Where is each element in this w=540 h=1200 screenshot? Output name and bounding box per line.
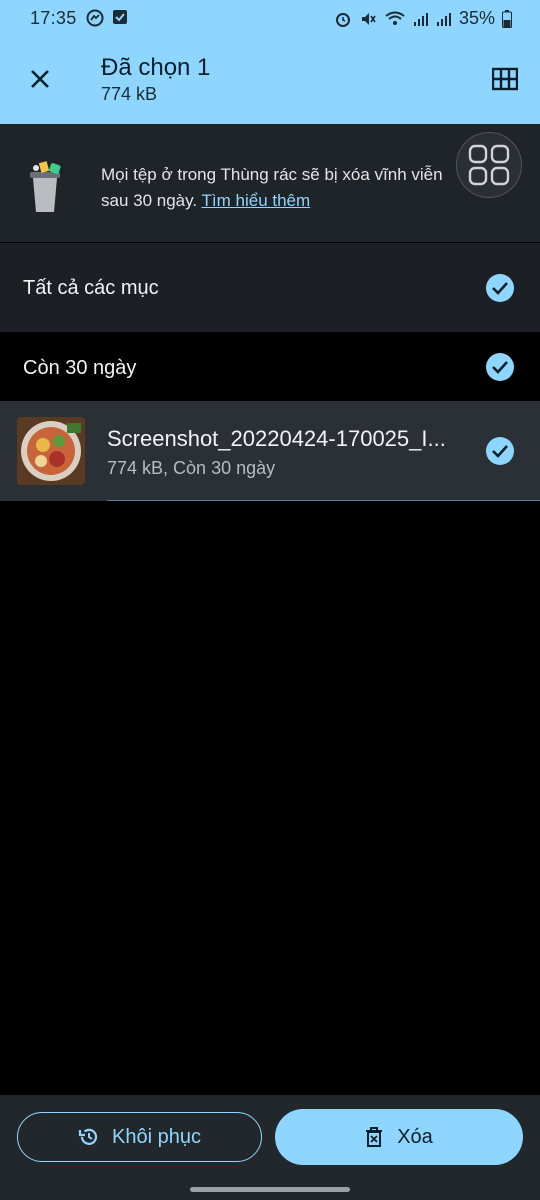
restore-button[interactable]: Khôi phục (17, 1112, 262, 1162)
divider (107, 500, 540, 501)
selection-title: Đã chọn 1 (101, 54, 211, 81)
wifi-icon (385, 11, 405, 25)
file-meta: 774 kB, Còn 30 ngày (107, 458, 276, 478)
check-box-icon (113, 10, 127, 24)
group-checkbox[interactable] (486, 353, 514, 381)
top-app-bar: 17:35 35% Đã chọn 1 774 kB (0, 0, 540, 124)
battery-icon (502, 9, 512, 28)
trash-can-icon (30, 161, 61, 212)
checkmark-icon (492, 282, 508, 295)
file-name: Screenshot_20220424-170025_I... (107, 426, 446, 451)
restore-history-icon (78, 1128, 98, 1145)
select-all-checkbox[interactable] (486, 274, 514, 302)
grid-view-icon[interactable] (492, 66, 518, 92)
delete-label: Xóa (397, 1125, 433, 1148)
signal-icon (413, 12, 428, 26)
signal-icon-2 (436, 12, 451, 26)
status-bar: 17:35 35% (0, 0, 540, 38)
banner-line-2: sau 30 ngày. Tìm hiểu thêm (101, 188, 471, 214)
status-system-icons: 35% (334, 8, 512, 29)
banner-message: Mọi tệp ở trong Thùng rác sẽ bị xóa vĩnh… (101, 162, 471, 214)
messenger-icon (86, 9, 104, 27)
app-grid-icon (468, 144, 510, 186)
delete-button[interactable]: Xóa (275, 1109, 523, 1165)
file-list-item[interactable]: Screenshot_20220424-170025_I... 774 kB, … (0, 401, 540, 501)
select-all-row[interactable]: Tất cả các mục (0, 243, 540, 332)
home-indicator[interactable] (190, 1187, 350, 1192)
group-header-row[interactable]: Còn 30 ngày (0, 333, 540, 400)
checkmark-icon (492, 445, 508, 458)
restore-label: Khôi phục (112, 1125, 201, 1148)
floating-app-switcher-button[interactable] (456, 132, 522, 198)
banner-line-2-text: sau 30 ngày. (101, 191, 198, 210)
file-checkbox[interactable] (486, 437, 514, 465)
file-thumbnail (17, 417, 85, 485)
close-icon (31, 70, 49, 88)
selection-size: 774 kB (101, 84, 158, 104)
status-notification-icons (86, 9, 128, 27)
bottom-action-bar: Khôi phục Xóa (0, 1095, 540, 1200)
delete-icon (366, 1127, 383, 1147)
food-image-thumbnail (17, 417, 85, 485)
select-all-label: Tất cả các mục (23, 277, 159, 299)
status-time: 17:35 (30, 8, 77, 28)
alarm-icon (335, 12, 350, 27)
banner-line-1: Mọi tệp ở trong Thùng rác sẽ bị xóa vĩnh… (101, 165, 443, 184)
mute-icon (361, 12, 376, 25)
battery-percent: 35% (458, 8, 495, 28)
group-header-label: Còn 30 ngày (23, 357, 137, 379)
close-selection-button[interactable] (24, 63, 56, 95)
checkmark-icon (492, 361, 508, 374)
learn-more-link[interactable]: Tìm hiểu thêm (202, 191, 311, 210)
